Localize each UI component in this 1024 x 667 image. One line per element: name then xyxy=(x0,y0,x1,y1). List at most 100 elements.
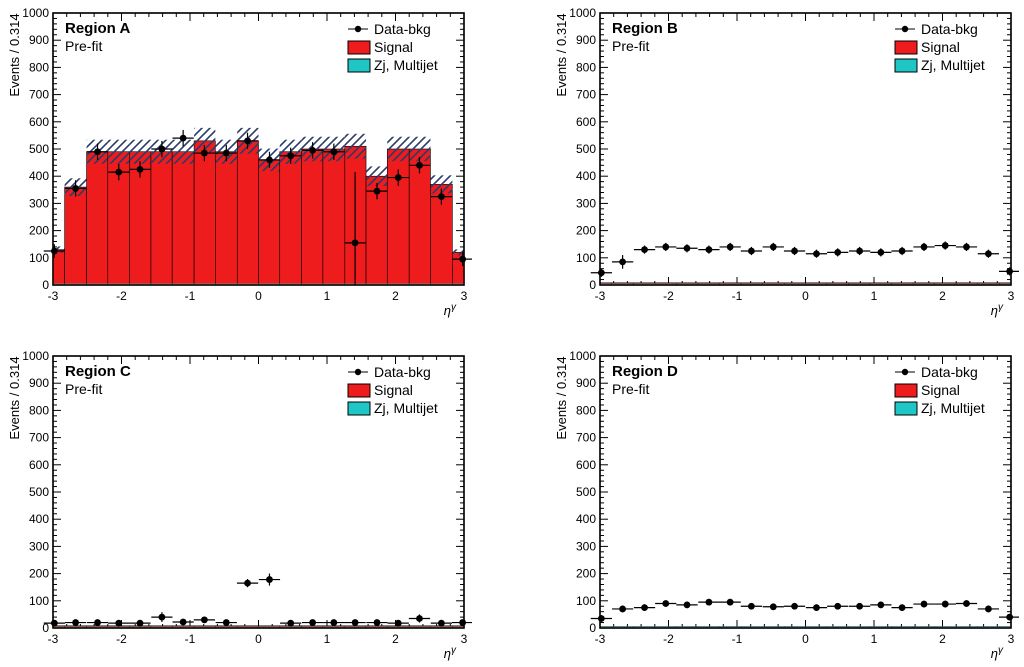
svg-text:400: 400 xyxy=(29,512,49,526)
data-point xyxy=(72,185,79,192)
data-point xyxy=(942,242,949,249)
svg-text:1000: 1000 xyxy=(22,6,49,20)
svg-text:700: 700 xyxy=(29,430,49,444)
svg-text:300: 300 xyxy=(29,196,49,210)
svg-text:100: 100 xyxy=(29,251,49,265)
data-point xyxy=(374,619,381,626)
x-axis-label: ηγ xyxy=(444,302,457,319)
y-axis-label: Events / 0.314 xyxy=(554,356,569,439)
svg-text:800: 800 xyxy=(576,403,596,417)
svg-text:200: 200 xyxy=(576,224,596,238)
signal-bar xyxy=(237,141,258,285)
svg-text:600: 600 xyxy=(576,115,596,129)
svg-text:3: 3 xyxy=(461,289,468,303)
svg-text:500: 500 xyxy=(576,142,596,156)
signal-bar xyxy=(194,141,215,285)
data-point xyxy=(985,605,992,612)
data-point xyxy=(266,156,273,163)
data-point xyxy=(963,600,970,607)
data-point xyxy=(266,576,273,583)
svg-text:3: 3 xyxy=(1008,632,1015,646)
data-point xyxy=(459,256,466,263)
svg-text:500: 500 xyxy=(29,485,49,499)
legend-data: Data-bkg xyxy=(921,21,978,37)
chart-panel: 01002003004005006007008009001000-3-2-101… xyxy=(5,348,472,662)
data-point xyxy=(459,619,466,626)
legend-data: Data-bkg xyxy=(374,21,431,37)
svg-text:100: 100 xyxy=(576,593,596,607)
data-point xyxy=(641,604,648,611)
prefit-label: Pre-fit xyxy=(65,38,102,54)
data-point xyxy=(309,147,316,154)
svg-text:900: 900 xyxy=(576,376,596,390)
data-point xyxy=(985,250,992,257)
legend-zj: Zj, Multijet xyxy=(374,57,438,73)
data-point xyxy=(662,244,669,251)
svg-text:100: 100 xyxy=(29,593,49,607)
y-axis-label: Events / 0.314 xyxy=(7,13,22,96)
svg-text:3: 3 xyxy=(1008,289,1015,303)
panel-region-a: 01002003004005006007008009001000-3-2-101… xyxy=(5,5,472,320)
svg-text:900: 900 xyxy=(576,33,596,47)
data-point xyxy=(416,162,423,169)
data-point xyxy=(137,166,144,173)
data-point xyxy=(899,604,906,611)
data-point xyxy=(619,605,626,612)
svg-text:1000: 1000 xyxy=(22,349,49,363)
svg-text:900: 900 xyxy=(29,33,49,47)
svg-text:-1: -1 xyxy=(732,632,743,646)
data-point xyxy=(684,601,691,608)
data-point xyxy=(330,619,337,626)
svg-text:0: 0 xyxy=(255,632,262,646)
data-point xyxy=(598,615,605,622)
svg-text:300: 300 xyxy=(29,539,49,553)
data-point xyxy=(51,248,58,255)
data-point xyxy=(899,248,906,255)
svg-text:2: 2 xyxy=(392,289,399,303)
svg-text:300: 300 xyxy=(576,539,596,553)
svg-text:1: 1 xyxy=(324,289,331,303)
data-point xyxy=(748,248,755,255)
data-point xyxy=(137,619,144,626)
legend-zj: Zj, Multijet xyxy=(921,400,985,416)
panel-region-c: 01002003004005006007008009001000-3-2-101… xyxy=(5,348,472,663)
legend-signal: Signal xyxy=(374,39,413,55)
svg-text:1: 1 xyxy=(871,289,878,303)
svg-text:200: 200 xyxy=(29,566,49,580)
data-point xyxy=(180,135,187,142)
svg-text:700: 700 xyxy=(29,88,49,102)
data-point xyxy=(438,193,445,200)
data-point xyxy=(287,619,294,626)
data-point xyxy=(813,250,820,257)
data-point xyxy=(1006,613,1013,620)
svg-text:400: 400 xyxy=(29,169,49,183)
prefit-label: Pre-fit xyxy=(612,38,649,54)
svg-text:-1: -1 xyxy=(185,632,196,646)
svg-text:-3: -3 xyxy=(48,632,59,646)
svg-text:100: 100 xyxy=(576,251,596,265)
svg-text:0: 0 xyxy=(802,632,809,646)
data-point xyxy=(770,603,777,610)
data-point xyxy=(727,244,734,251)
svg-text:-2: -2 xyxy=(116,289,127,303)
prefit-label: Pre-fit xyxy=(612,381,649,397)
region-label: Region D xyxy=(612,363,678,380)
svg-text:200: 200 xyxy=(576,566,596,580)
svg-text:600: 600 xyxy=(576,457,596,471)
data-point xyxy=(94,148,101,155)
data-point xyxy=(159,613,166,620)
svg-text:-1: -1 xyxy=(185,289,196,303)
svg-text:-1: -1 xyxy=(732,289,743,303)
svg-text:2: 2 xyxy=(392,632,399,646)
signal-bar xyxy=(259,160,280,285)
legend-signal: Signal xyxy=(921,382,960,398)
signal-bar xyxy=(323,149,345,285)
data-point xyxy=(438,619,445,626)
svg-text:-3: -3 xyxy=(48,289,59,303)
svg-text:800: 800 xyxy=(29,60,49,74)
svg-text:1: 1 xyxy=(324,632,331,646)
svg-text:200: 200 xyxy=(29,224,49,238)
data-point xyxy=(706,598,713,605)
data-point xyxy=(834,249,841,256)
data-point xyxy=(921,600,928,607)
